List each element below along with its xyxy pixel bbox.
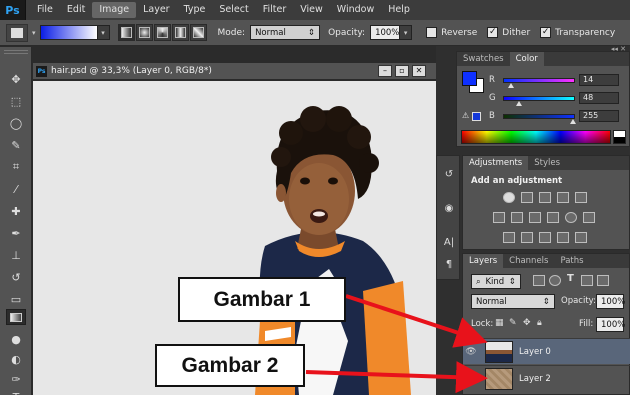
arrow-gambar-1 [345, 294, 488, 348]
annotation-arrows [305, 294, 488, 394]
arrow-gambar-2 [305, 361, 488, 394]
callout-gambar-1: Gambar 1 [178, 277, 346, 322]
callout-gambar-2: Gambar 2 [155, 344, 305, 387]
foreground-color-swatch[interactable] [462, 71, 477, 86]
